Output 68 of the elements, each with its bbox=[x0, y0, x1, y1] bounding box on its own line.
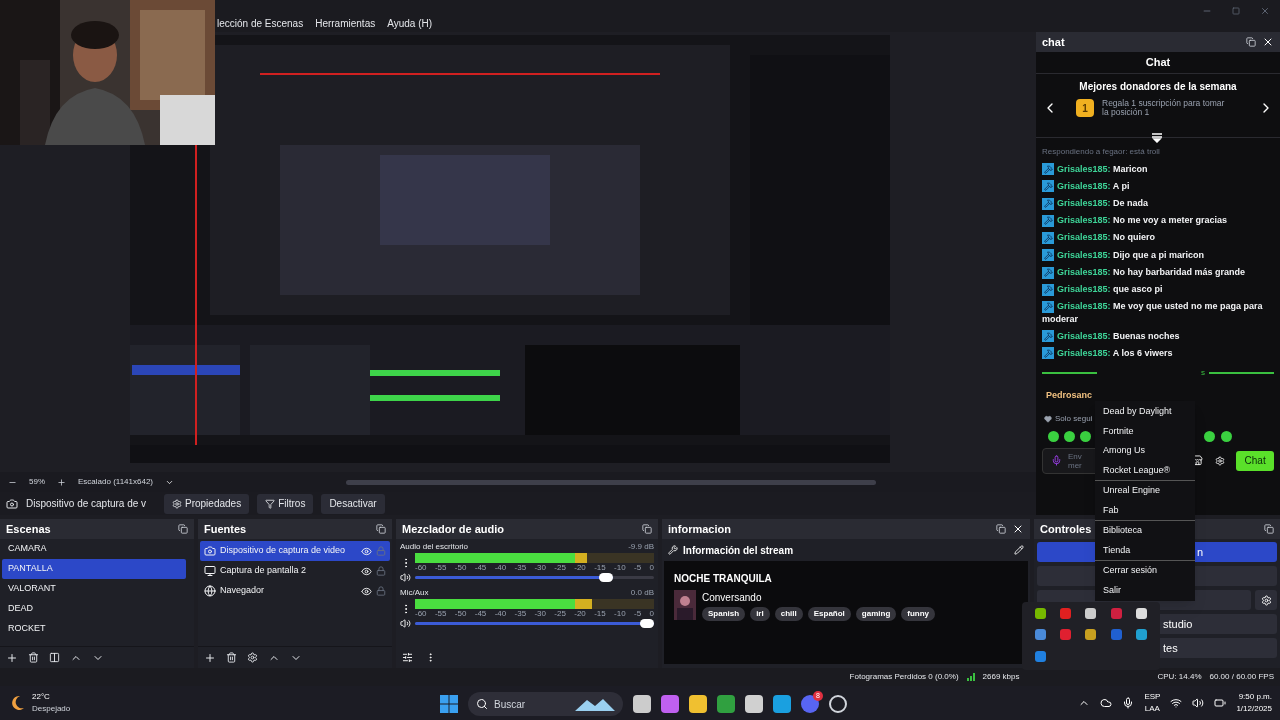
scale-label: -40 bbox=[494, 609, 507, 618]
donor-prompt: Regala 1 suscripción para tomar la posición 1 bbox=[1102, 99, 1226, 117]
weather-text: Despejado bbox=[32, 703, 71, 715]
temperature: 22°C bbox=[32, 691, 51, 703]
chat-message: Grisales185: A pi bbox=[1042, 179, 1274, 193]
scale-label: -40 bbox=[494, 563, 507, 572]
fps: 60.00 / 60.00 FPS bbox=[1209, 671, 1274, 683]
track-name: Mic/Aux bbox=[400, 587, 429, 599]
chat-title: Chat bbox=[1145, 55, 1171, 71]
dock-title: Controles bbox=[1040, 521, 1092, 537]
scale-label: -35 bbox=[514, 609, 527, 618]
chat-message: Grisales185: Maricon bbox=[1042, 162, 1274, 176]
chat-message: Grisales185: A los 6 viwers bbox=[1042, 346, 1274, 360]
stream-title: NOCHE TRANQUILA bbox=[674, 572, 773, 586]
scale-label: -10 bbox=[614, 609, 626, 618]
chat-message: Grisales185: No hay barbaridad más grande bbox=[1042, 265, 1274, 279]
chat-message: Grisales185: Buenas noches bbox=[1042, 329, 1274, 343]
dropped-frames: Fotogramas Perdidos 0 (0.0%) bbox=[849, 671, 959, 683]
scale-label: -15 bbox=[594, 609, 606, 618]
scale-label: -20 bbox=[574, 609, 586, 618]
chat-message: Grisales185: No quiero bbox=[1042, 231, 1274, 245]
scale-label: -35 bbox=[514, 563, 527, 572]
scale-label: -25 bbox=[554, 609, 566, 618]
input-placeholder: Env bbox=[1068, 451, 1082, 461]
followers-note: Solo segui bbox=[1055, 412, 1093, 425]
chat-message: Grisales185: De nada bbox=[1042, 197, 1274, 210]
scale-label: -25 bbox=[554, 563, 566, 572]
divider-label: s bbox=[1201, 367, 1205, 380]
scale-label: -30 bbox=[534, 563, 546, 572]
dock-title: chat bbox=[1042, 34, 1065, 50]
dock-title: Escenas bbox=[6, 521, 51, 537]
dock-title: informacion bbox=[668, 521, 731, 537]
input-placeholder: mer bbox=[1068, 460, 1082, 470]
scale-label: -50 bbox=[454, 563, 467, 572]
scale-label: 0 bbox=[649, 609, 654, 618]
scale-label: -60 bbox=[415, 563, 427, 572]
pinned-user: Pedrosanc bbox=[1045, 389, 1094, 403]
reply-context: Respondiendo a fegaor: está troll bbox=[1042, 146, 1161, 158]
bitrate: 2669 kbps bbox=[982, 671, 1020, 683]
scale-label: -5 bbox=[633, 563, 642, 572]
scale-label: -5 bbox=[633, 609, 642, 618]
track-name: Audio del escritorio bbox=[400, 541, 469, 553]
scale-label: 0 bbox=[649, 563, 654, 572]
chat-message: Grisales185: No me voy a meter gracias bbox=[1042, 214, 1274, 227]
scale-label: -50 bbox=[454, 609, 467, 618]
source-name: Dispositivo de captura de v bbox=[26, 497, 148, 511]
zoom-level: 59% bbox=[29, 476, 45, 488]
scale-label: -45 bbox=[474, 563, 487, 572]
info-heading: Información del stream bbox=[683, 543, 794, 558]
chat-message: Grisales185: Me voy que usted no me paga para moderar bbox=[1042, 300, 1264, 325]
dock-title: Fuentes bbox=[204, 521, 247, 537]
scale-label: -45 bbox=[474, 609, 487, 618]
scale-label: -20 bbox=[574, 563, 586, 572]
scale-label: -60 bbox=[415, 609, 427, 618]
donors-title: Mejores donadores de la semana bbox=[1079, 80, 1237, 94]
scale-label: -55 bbox=[434, 609, 447, 618]
track-reading: -9.9 dB bbox=[628, 541, 654, 553]
cpu-usage: CPU: 14.4% bbox=[1157, 671, 1202, 683]
scale-label: -10 bbox=[614, 563, 626, 572]
scale-label: -55 bbox=[434, 563, 447, 572]
chat-message: Grisales185: Dijo que a pi maricon bbox=[1042, 248, 1274, 262]
dock-title: Mezclador de audio bbox=[402, 521, 505, 537]
chat-message: Grisales185: que asco pi bbox=[1042, 283, 1274, 296]
track-reading: 0.0 dB bbox=[630, 587, 654, 599]
rank-badge: 1 bbox=[1076, 99, 1094, 117]
stream-category: Conversando bbox=[702, 591, 763, 605]
scale-label: -15 bbox=[594, 563, 606, 572]
scale-label: -30 bbox=[534, 609, 546, 618]
